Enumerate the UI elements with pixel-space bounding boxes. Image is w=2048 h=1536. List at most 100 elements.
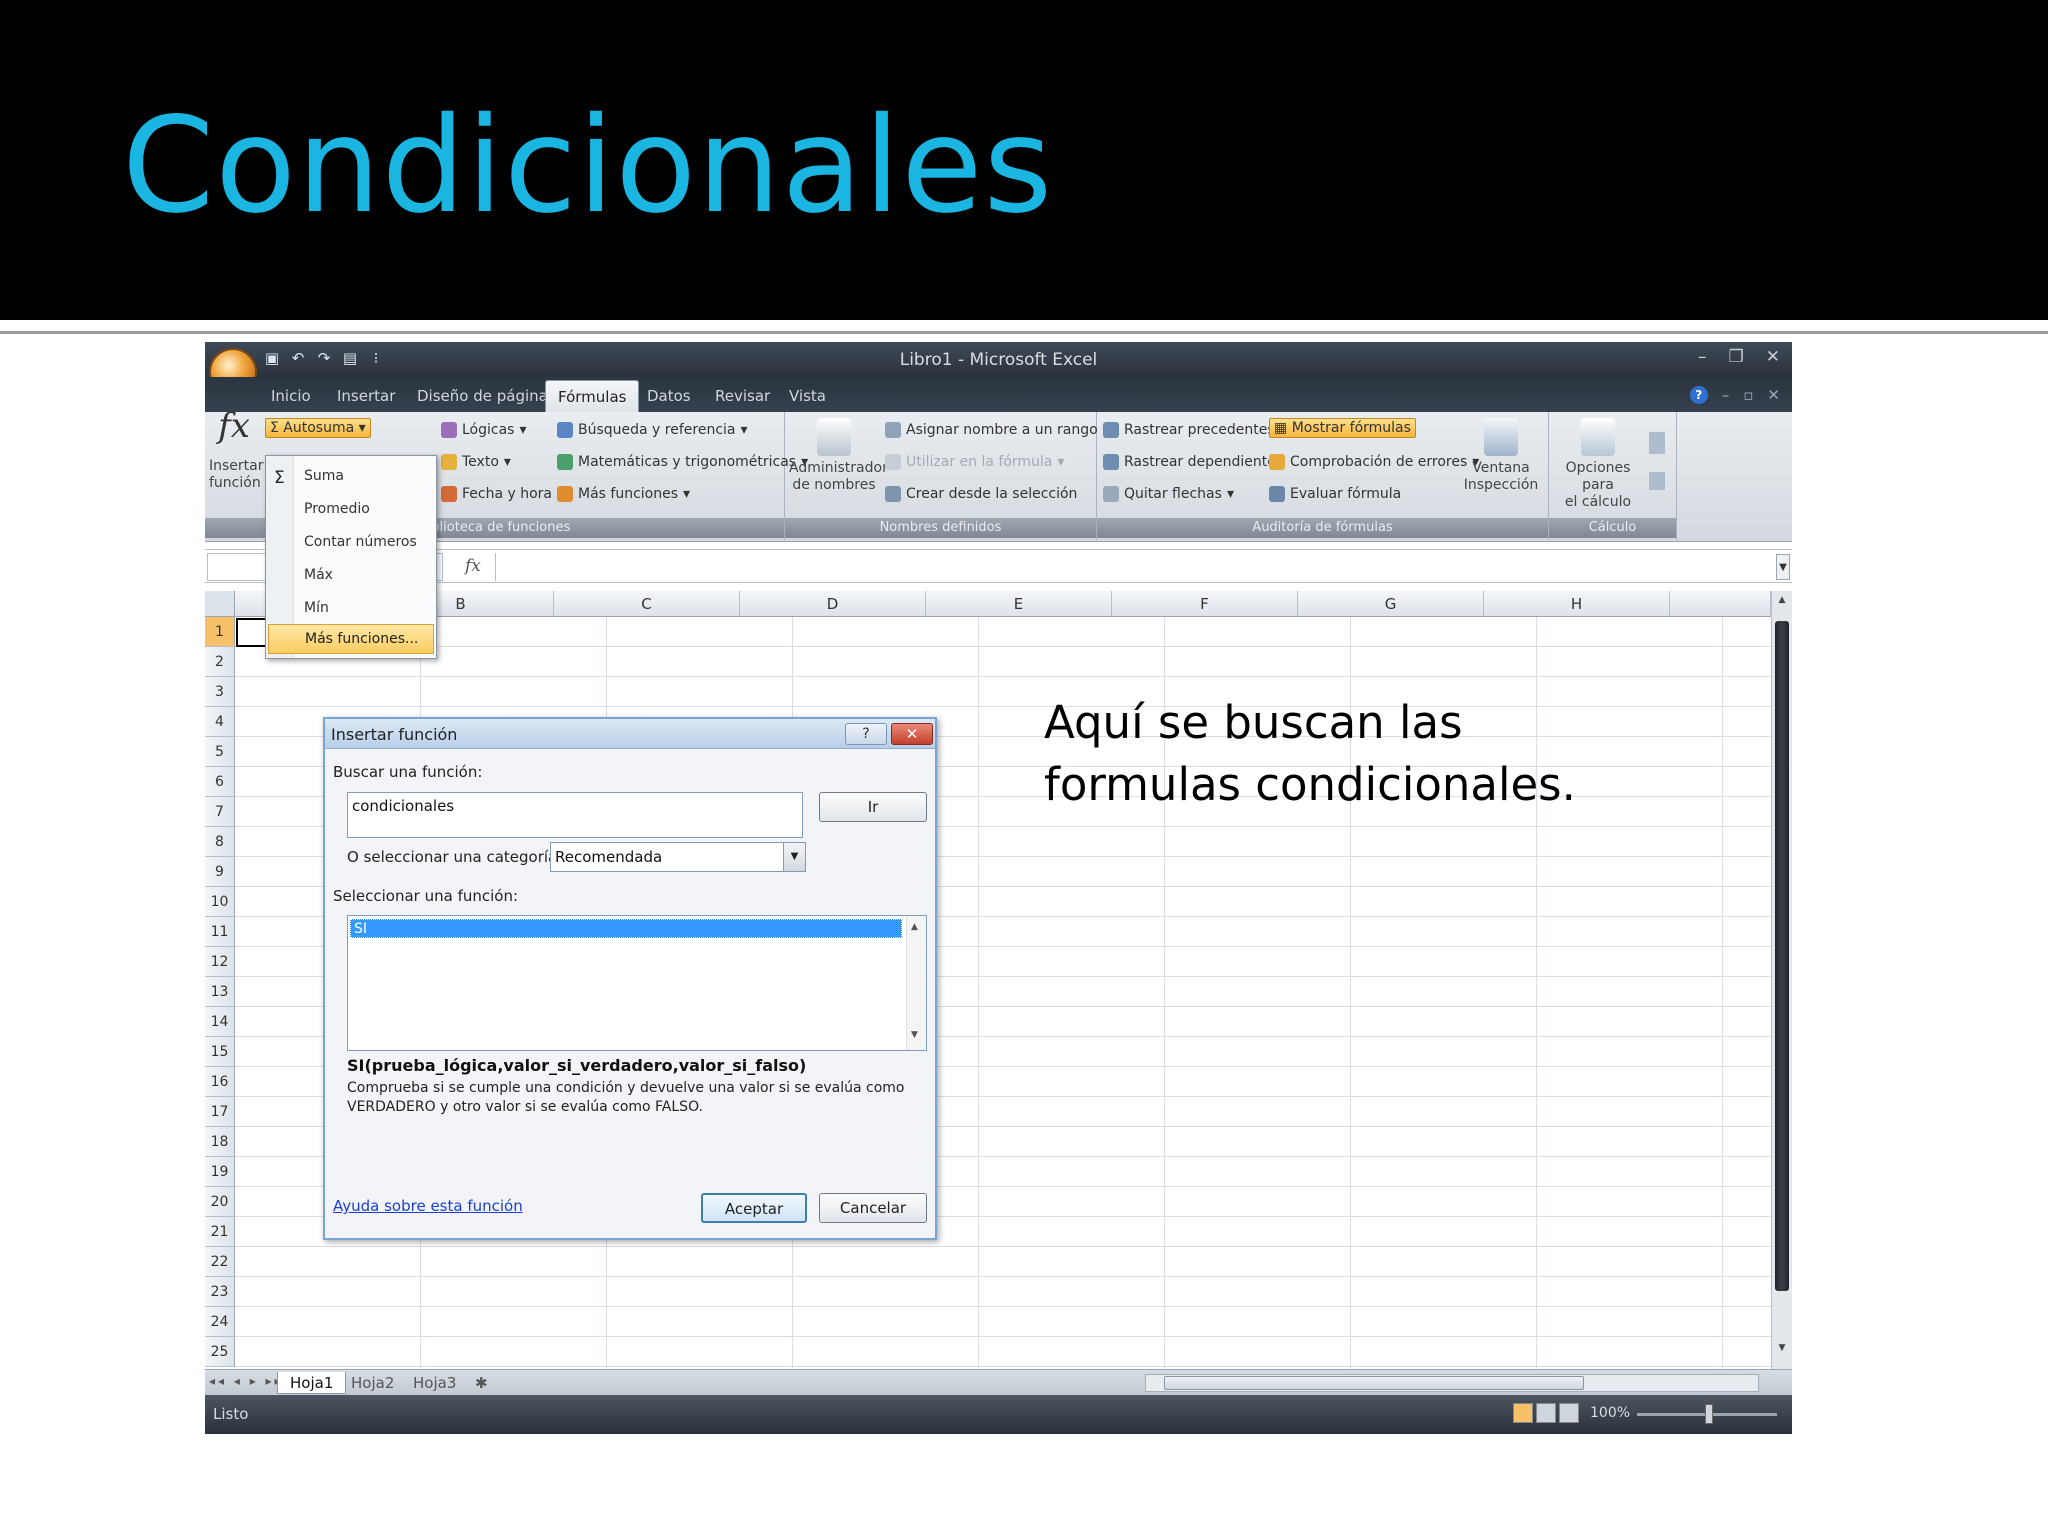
utilizar-formula-button[interactable]: Utilizar en la fórmula ▾ (885, 454, 1064, 470)
zoom-level[interactable]: 100% (1590, 1405, 1630, 1421)
asignar-nombre-button[interactable]: Asignar nombre a un rango ▾ (885, 422, 1110, 438)
menu-item-mas-funciones[interactable]: Más funciones... (268, 624, 434, 654)
formula-fx-icon[interactable]: fx (465, 556, 481, 576)
tab-revisar[interactable]: Revisar (715, 387, 770, 405)
sheet-nav-icons[interactable]: ◂◂ ◂ ▸ ▸▸ (209, 1374, 284, 1388)
row-header[interactable]: 2 (205, 647, 235, 677)
column-header[interactable]: H (1484, 591, 1670, 617)
row-header[interactable]: 25 (205, 1337, 235, 1367)
row-header[interactable]: 6 (205, 767, 235, 797)
go-button[interactable]: Ir (819, 792, 927, 822)
column-header-i[interactable] (1670, 591, 1771, 617)
ribbon-close-icon[interactable]: ✕ (1767, 386, 1780, 404)
menu-item-max[interactable]: Máx (304, 567, 333, 583)
ok-button[interactable]: Aceptar (701, 1193, 807, 1223)
vertical-scrollbar[interactable]: ▲ ▼ (1771, 591, 1792, 1369)
horizontal-scrollbar[interactable] (1145, 1374, 1759, 1392)
row-header[interactable]: 7 (205, 797, 235, 827)
category-select[interactable]: Recomendada ▼ (550, 842, 806, 872)
menu-item-suma[interactable]: Suma (304, 468, 344, 484)
tab-vista[interactable]: Vista (789, 387, 826, 405)
quitar-flechas-button[interactable]: Quitar flechas ▾ (1103, 486, 1234, 502)
menu-item-promedio[interactable]: Promedio (304, 501, 370, 517)
column-header[interactable]: E (926, 591, 1112, 617)
row-header[interactable]: 1 (205, 617, 235, 647)
list-scroll-down-icon[interactable]: ▼ (911, 1030, 918, 1040)
row-header[interactable]: 10 (205, 887, 235, 917)
function-list[interactable]: SI ▲ ▼ (347, 915, 927, 1051)
sheet-tab-hoja3[interactable]: Hoja3 (401, 1372, 468, 1394)
mas-funciones-button[interactable]: Más funciones ▾ (557, 486, 690, 502)
tab-formulas[interactable]: Fórmulas (545, 380, 640, 412)
comprobacion-errores-button[interactable]: Comprobación de errores ▾ (1269, 454, 1479, 470)
list-scrollbar[interactable]: ▲ ▼ (906, 916, 926, 1050)
fecha-hora-button[interactable]: Fecha y hora ▾ (441, 486, 564, 502)
ribbon-restore-icon[interactable]: ▫ (1743, 386, 1753, 404)
search-function-input[interactable]: condicionales (347, 792, 803, 838)
row-header[interactable]: 21 (205, 1217, 235, 1247)
sheet-tab-hoja1[interactable]: Hoja1 (277, 1372, 347, 1394)
column-header[interactable]: G (1298, 591, 1484, 617)
sheet-tab-hoja2[interactable]: Hoja2 (339, 1372, 406, 1394)
cancel-button[interactable]: Cancelar (819, 1193, 927, 1223)
row-header[interactable]: 14 (205, 1007, 235, 1037)
formula-input[interactable] (495, 553, 1778, 581)
row-header[interactable]: 8 (205, 827, 235, 857)
expand-formula-bar-icon[interactable]: ▼ (1776, 554, 1790, 580)
tab-inicio[interactable]: Inicio (271, 387, 311, 405)
column-header[interactable]: F (1112, 591, 1298, 617)
row-header[interactable]: 16 (205, 1067, 235, 1097)
row-header[interactable]: 15 (205, 1037, 235, 1067)
calculate-now-icon[interactable] (1649, 432, 1665, 454)
vertical-scroll-thumb[interactable] (1775, 621, 1789, 1291)
row-header[interactable]: 12 (205, 947, 235, 977)
list-item-si[interactable]: SI (350, 919, 902, 938)
dialog-close-button[interactable]: ✕ (891, 723, 933, 745)
row-header[interactable]: 22 (205, 1247, 235, 1277)
row-header[interactable]: 3 (205, 677, 235, 707)
scroll-up-icon[interactable]: ▲ (1775, 595, 1789, 611)
menu-item-contar[interactable]: Contar números (304, 534, 417, 550)
scroll-down-icon[interactable]: ▼ (1775, 1343, 1789, 1359)
texto-button[interactable]: Texto ▾ (441, 454, 511, 470)
calculate-sheet-icon[interactable] (1649, 472, 1665, 490)
row-header[interactable]: 13 (205, 977, 235, 1007)
list-scroll-up-icon[interactable]: ▲ (911, 922, 918, 932)
page-layout-view-icon[interactable] (1536, 1403, 1556, 1423)
ventana-inspeccion-button[interactable]: Ventana Inspección (1459, 418, 1543, 494)
horizontal-scroll-thumb[interactable] (1164, 1376, 1584, 1390)
crear-seleccion-button[interactable]: Crear desde la selección (885, 486, 1077, 502)
opciones-calculo-button[interactable]: Opciones para el cálculo (1553, 418, 1643, 511)
row-header[interactable]: 4 (205, 707, 235, 737)
evaluar-formula-button[interactable]: Evaluar fórmula (1269, 486, 1401, 502)
row-header[interactable]: 24 (205, 1307, 235, 1337)
close-icon[interactable]: ✕ (1766, 347, 1780, 367)
mostrar-formulas-button[interactable]: ▦ Mostrar fórmulas (1269, 418, 1416, 438)
row-header[interactable]: 11 (205, 917, 235, 947)
matematicas-button[interactable]: Matemáticas y trigonométricas ▾ (557, 454, 808, 470)
busqueda-button[interactable]: Búsqueda y referencia ▾ (557, 422, 748, 438)
menu-item-min[interactable]: Mín (304, 600, 329, 616)
chevron-down-icon[interactable]: ▼ (783, 843, 805, 871)
admin-nombres-button[interactable]: Administrador de nombres (789, 418, 888, 494)
row-header[interactable]: 17 (205, 1097, 235, 1127)
ribbon-minimize-icon[interactable]: – (1722, 386, 1730, 404)
row-header[interactable]: 20 (205, 1187, 235, 1217)
insert-function-button[interactable]: fx Insertar función (209, 409, 264, 492)
select-all-corner[interactable] (205, 591, 235, 617)
column-header[interactable]: D (740, 591, 926, 617)
logicas-button[interactable]: Lógicas ▾ (441, 422, 527, 438)
rastrear-dependientes-button[interactable]: Rastrear dependientes (1103, 454, 1283, 470)
row-header[interactable]: 23 (205, 1277, 235, 1307)
insert-sheet-icon[interactable]: ✱ (463, 1372, 500, 1394)
restore-icon[interactable]: ❐ (1729, 347, 1744, 367)
row-header[interactable]: 19 (205, 1157, 235, 1187)
normal-view-icon[interactable] (1513, 1403, 1533, 1423)
page-break-view-icon[interactable] (1559, 1403, 1579, 1423)
help-link[interactable]: Ayuda sobre esta función (333, 1197, 523, 1215)
row-header[interactable]: 9 (205, 857, 235, 887)
minimize-icon[interactable]: – (1698, 347, 1707, 367)
column-header[interactable]: C (554, 591, 740, 617)
dialog-help-button[interactable]: ? (845, 723, 887, 745)
row-header[interactable]: 18 (205, 1127, 235, 1157)
